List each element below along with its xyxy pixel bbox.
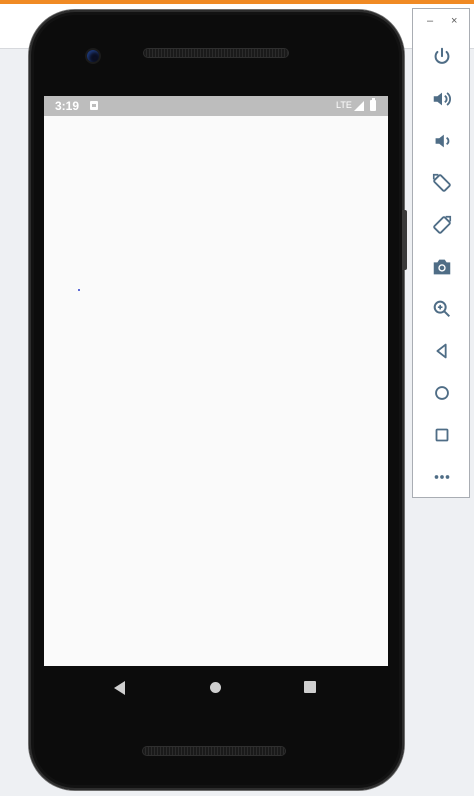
- volume-down-icon: [435, 134, 450, 148]
- screenshot-button[interactable]: [429, 254, 455, 280]
- back-icon: [436, 343, 447, 359]
- camera-icon: [433, 259, 451, 275]
- volume-up-button[interactable]: [429, 86, 455, 112]
- battery-icon: [370, 98, 376, 111]
- device-frame: 3:19 LTE: [29, 10, 404, 790]
- side-hardware-button: [402, 210, 407, 270]
- minimize-button[interactable]: –: [427, 15, 433, 27]
- rotate-right-icon: [433, 215, 452, 234]
- nav-recents-button[interactable]: [304, 681, 316, 693]
- top-speaker-grille: [144, 49, 288, 57]
- front-camera-icon: [87, 50, 99, 62]
- rotate-left-button[interactable]: [429, 170, 455, 196]
- emulator-toolbar: – ×: [412, 8, 470, 498]
- close-button[interactable]: ×: [451, 15, 457, 27]
- back-button[interactable]: [429, 338, 455, 364]
- nav-home-button[interactable]: [210, 682, 221, 693]
- app-content-dot: [78, 289, 80, 291]
- more-button[interactable]: [429, 464, 455, 490]
- network-type-label: LTE: [336, 100, 352, 110]
- overview-button[interactable]: [429, 422, 455, 448]
- bottom-speaker-grille: [143, 747, 285, 755]
- sim-card-icon: [90, 101, 98, 110]
- device-screen[interactable]: 3:19 LTE: [44, 96, 388, 666]
- home-button[interactable]: [429, 380, 455, 406]
- overview-icon: [435, 428, 449, 442]
- status-bar: 3:19 LTE: [44, 96, 388, 116]
- rotate-left-icon: [432, 173, 451, 192]
- power-button[interactable]: [429, 44, 455, 70]
- zoom-button[interactable]: [429, 296, 455, 322]
- home-icon: [435, 386, 449, 400]
- signal-strength-icon: [354, 101, 364, 111]
- power-icon: [434, 47, 450, 64]
- volume-down-button[interactable]: [429, 128, 455, 154]
- zoom-icon: [433, 300, 451, 318]
- more-icon: [434, 475, 450, 479]
- volume-up-icon: [433, 92, 451, 106]
- rotate-right-button[interactable]: [429, 212, 455, 238]
- nav-back-button[interactable]: [114, 681, 125, 695]
- status-time: 3:19: [55, 99, 80, 113]
